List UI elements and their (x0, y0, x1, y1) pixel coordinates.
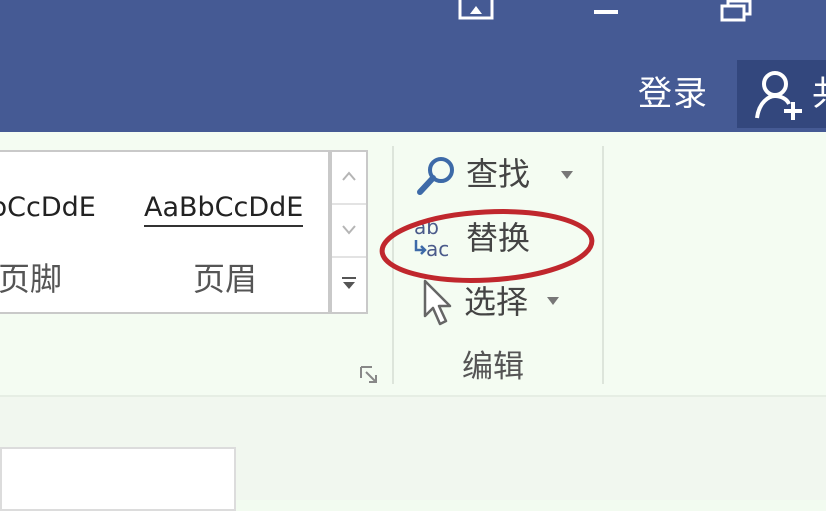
select-label: 选择 (464, 283, 529, 321)
document-page[interactable] (0, 447, 236, 511)
svg-text:ab: ab (414, 216, 439, 239)
group-separator (392, 146, 394, 384)
chevron-down-icon (561, 171, 573, 179)
search-icon (417, 157, 454, 195)
login-link[interactable]: 登录 (638, 72, 708, 116)
more-styles-button[interactable] (332, 258, 366, 311)
cursor-arrow-icon (423, 279, 452, 326)
chevron-down-icon (547, 297, 559, 305)
group-separator (602, 146, 604, 384)
user-add-icon (755, 71, 802, 120)
maximize-icon[interactable] (720, 0, 754, 22)
style-name-footer[interactable]: 页脚 (0, 254, 62, 300)
find-button[interactable]: 查找 (412, 150, 582, 200)
svg-text:ac: ac (426, 237, 449, 261)
editing-group-label: 编辑 (462, 349, 524, 385)
title-bar: 登录 共 (0, 0, 826, 132)
styles-gallery-scrollbar (330, 150, 368, 314)
chevron-up-icon (342, 171, 356, 181)
select-button[interactable]: 选择 (420, 276, 570, 328)
chevron-down-icon (342, 225, 356, 235)
scroll-down-button[interactable] (332, 205, 366, 258)
find-label: 查找 (466, 155, 531, 193)
scroll-up-button[interactable] (332, 152, 366, 205)
styles-gallery: bCcDdE 页脚 AaBbCcDdE 页眉 (0, 150, 330, 314)
style-sample-header[interactable]: AaBbCcDdE (144, 192, 304, 227)
style-name-header[interactable]: 页眉 (193, 254, 257, 300)
more-dropdown-icon (342, 277, 356, 289)
replace-label: 替换 (466, 219, 531, 257)
replace-button[interactable]: ab ac 替换 (410, 212, 550, 264)
restore-icon[interactable] (458, 0, 494, 22)
style-sample-footer[interactable]: bCcDdE (0, 192, 96, 223)
replace-abac-icon: ab ac (414, 216, 449, 261)
minimize-icon[interactable] (594, 10, 618, 14)
share-label: 共 (812, 72, 826, 116)
share-button[interactable]: 共 (737, 60, 826, 128)
dialog-launcher-icon[interactable] (360, 366, 378, 384)
